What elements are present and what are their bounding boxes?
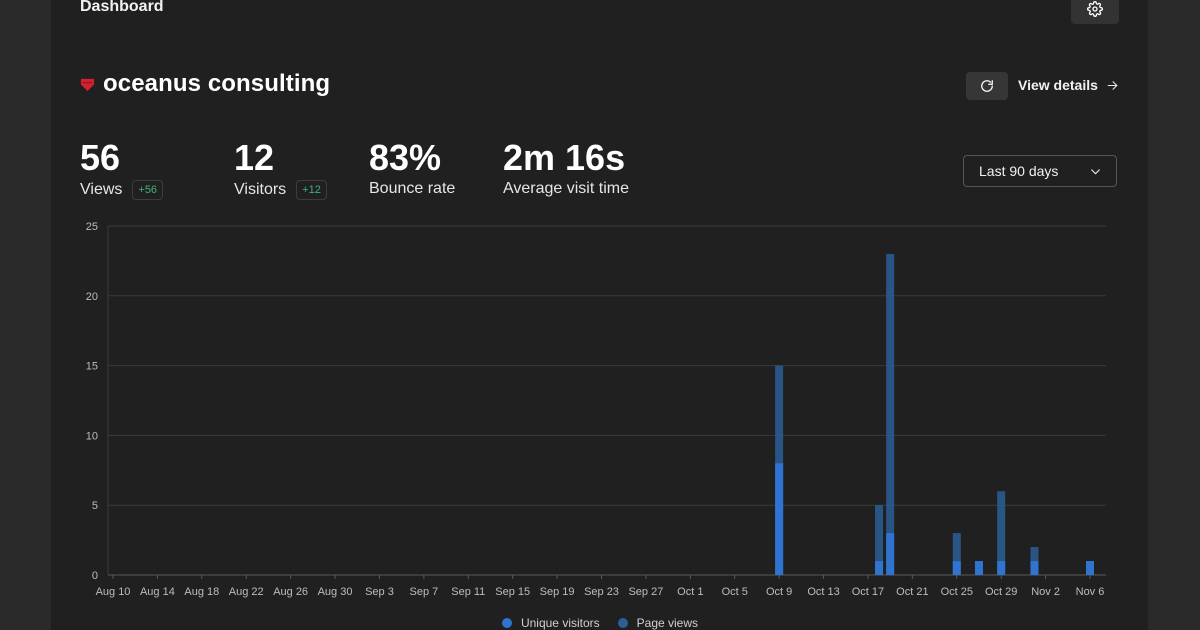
x-tick-label: Oct 5 [722, 586, 748, 598]
y-tick-label: 10 [86, 430, 98, 442]
bar-visitors [952, 561, 961, 575]
y-tick-label: 20 [86, 291, 98, 303]
bar-visitors [775, 463, 784, 575]
x-tick-label: Sep 27 [628, 586, 663, 598]
bar-visitors [1030, 561, 1039, 575]
x-tick-label: Aug 18 [184, 586, 219, 598]
legend-label-pageviews: Page views [636, 616, 699, 630]
x-tick-label: Sep 7 [409, 586, 438, 598]
x-tick-label: Aug 22 [229, 586, 264, 598]
x-tick-label: Aug 10 [96, 586, 131, 598]
x-tick-label: Oct 9 [766, 586, 792, 598]
x-tick-label: Nov 2 [1031, 586, 1060, 598]
x-tick-label: Nov 6 [1076, 586, 1105, 598]
x-tick-label: Sep 19 [540, 586, 575, 598]
x-tick-label: Aug 30 [318, 586, 353, 598]
bar-visitors [875, 561, 884, 575]
chart-legend: Unique visitors Page views [0, 616, 1200, 630]
x-tick-label: Oct 1 [677, 586, 703, 598]
legend-dot-pageviews [617, 618, 628, 628]
legend-item-visitors[interactable]: Unique visitors [501, 616, 600, 630]
x-tick-label: Oct 13 [807, 586, 839, 598]
bar-visitors [997, 561, 1006, 575]
x-tick-label: Sep 3 [365, 586, 394, 598]
x-tick-label: Aug 26 [273, 586, 308, 598]
x-tick-label: Oct 29 [985, 586, 1017, 598]
bar-pageviews [886, 253, 895, 576]
pageviews-chart: 0 5 10 15 20 25 Aug 10 Aug 14 Aug 18 Aug 22 Aug 26… [86, 221, 1106, 598]
x-tick-label: Sep 11 [451, 586, 485, 598]
bar-visitors [1086, 561, 1094, 575]
legend-item-pageviews[interactable]: Page views [617, 616, 699, 630]
x-tick-label: Oct 21 [896, 586, 928, 598]
legend-label-visitors: Unique visitors [520, 616, 600, 630]
y-tick-label: 25 [86, 221, 98, 233]
x-tick-label: Sep 23 [584, 586, 619, 598]
x-tick-label: Oct 25 [941, 586, 973, 598]
y-tick-label: 5 [92, 500, 98, 512]
bar-visitors [974, 561, 983, 575]
y-tick-label: 15 [86, 361, 98, 373]
x-tick-label: Oct 17 [852, 586, 884, 598]
x-tick-label: Sep 15 [495, 586, 530, 598]
x-tick-label: Aug 14 [140, 586, 175, 598]
bar-visitors [886, 533, 895, 575]
legend-dot-visitors [501, 618, 512, 628]
y-tick-label: 0 [92, 570, 98, 582]
